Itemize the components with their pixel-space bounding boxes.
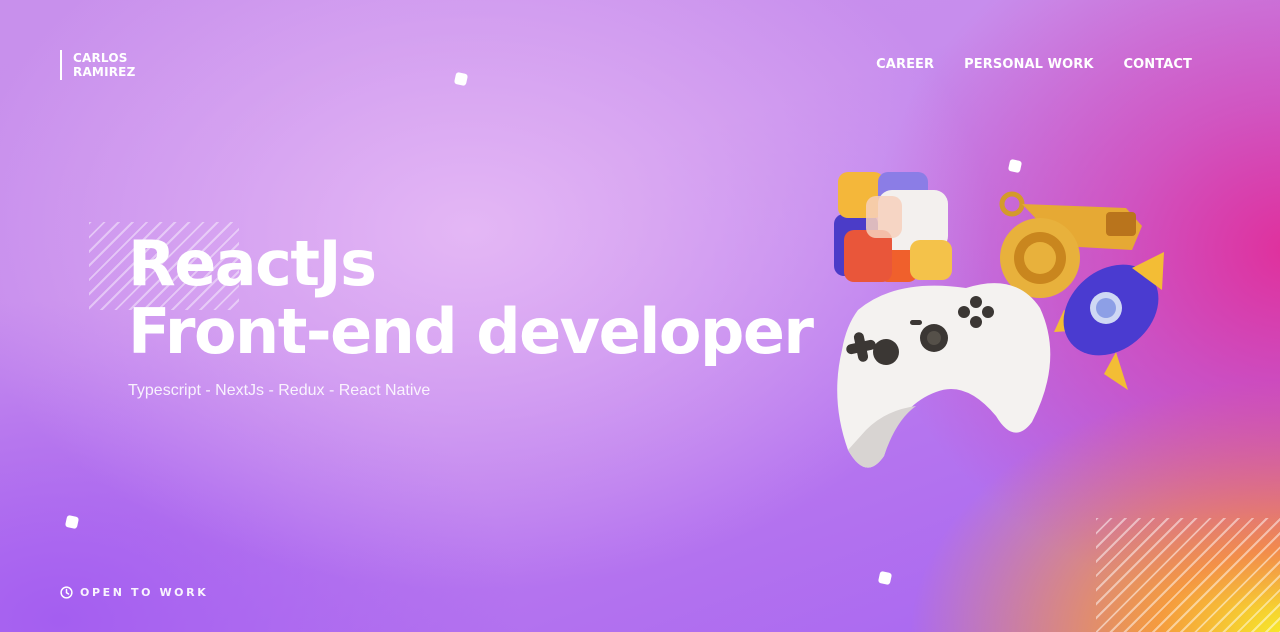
nav-link-contact[interactable]: CONTACT [1124,56,1193,74]
brand-first-name: CARLOS [73,51,128,65]
hero-title-line-2: Front-end developer [128,295,814,368]
nav-link-career[interactable]: CAREER [876,56,934,74]
main-nav: CAREER PERSONAL WORK CONTACT [876,56,1192,74]
hero-subtitle: Typescript - NextJs - Redux - React Nati… [128,382,431,399]
nav-link-personal-work[interactable]: PERSONAL WORK [964,56,1093,74]
hero-illustration [834,172,1164,468]
hero-title-line-1: ReactJs [128,227,377,300]
decorative-dot [877,570,893,586]
cube-icon [834,172,952,282]
decorative-dot [453,71,469,87]
brand-last-name: RAMIREZ [73,65,136,79]
hero-title: ReactJs Front-end developer [128,227,814,368]
decorative-stripes-bottom [1096,518,1280,632]
gamepad-icon [837,283,1051,468]
clock-icon [60,586,73,599]
brand-logo[interactable]: CARLOS RAMIREZ [60,50,135,80]
open-to-work-status: OPEN TO WORK [60,586,208,599]
decorative-dot [64,514,80,530]
status-label: OPEN TO WORK [80,586,209,599]
